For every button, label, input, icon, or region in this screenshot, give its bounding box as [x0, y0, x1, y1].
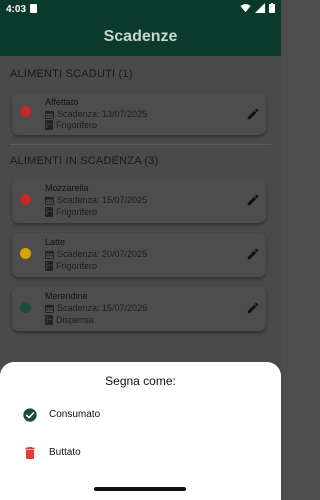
location: Dispensa [56, 315, 94, 325]
location: Frigorifero [56, 120, 98, 130]
food-name: Latte [45, 237, 66, 247]
expiring-section-title: ALIMENTI IN SCADENZA (3) [10, 155, 159, 167]
wifi-icon [240, 4, 251, 13]
food-name: Mozzarella [45, 183, 89, 193]
expiry-date: Scadenza: 13/07/2025 [57, 109, 148, 119]
battery-icon [269, 3, 275, 13]
page-title: Scadenze [103, 28, 178, 45]
fridge-icon [45, 120, 53, 130]
expiry-row: Scadenza: 20/07/2025 [45, 249, 147, 259]
option-label: Buttato [49, 447, 81, 458]
fridge-icon [45, 261, 53, 271]
sim-icon [30, 4, 37, 13]
calendar-icon [45, 250, 54, 259]
food-card-merendine[interactable]: Merendine Scadenza: 15/07/2026 Dispensa [12, 287, 266, 331]
expiry-date: Scadenza: 20/07/2025 [57, 249, 148, 259]
location: Frigorifero [56, 261, 98, 271]
status-dot [20, 194, 31, 205]
expiry-row: Scadenza: 15/07/2026 [45, 303, 147, 313]
calendar-icon [45, 304, 54, 313]
status-icons [240, 3, 275, 13]
sheet-title: Segna come: [105, 374, 176, 388]
fridge-icon [45, 207, 53, 217]
trash-icon [25, 447, 35, 459]
edit-icon[interactable] [246, 193, 260, 207]
expired-section-title: ALIMENTI SCADUTI (1) [10, 68, 133, 80]
calendar-icon [45, 196, 54, 205]
option-thrown[interactable]: Buttato [0, 438, 281, 468]
pantry-icon [45, 315, 53, 325]
app-bar: Scadenze [0, 18, 281, 56]
status-dot [20, 248, 31, 259]
edit-icon[interactable] [246, 301, 260, 315]
option-label: Consumato [49, 409, 101, 420]
location-row: Frigorifero [45, 207, 97, 217]
status-bar: 4:03 [0, 0, 281, 18]
food-name: Merendine [45, 291, 88, 301]
section-divider [10, 144, 271, 145]
edit-icon[interactable] [246, 247, 260, 261]
check-circle-icon [23, 408, 37, 422]
status-dot [20, 106, 31, 117]
option-consumed[interactable]: Consumato [0, 400, 281, 430]
location-row: Dispensa [45, 315, 94, 325]
expiry-row: Scadenza: 15/07/2025 [45, 195, 147, 205]
expiry-date: Scadenza: 15/07/2026 [57, 303, 148, 313]
food-name: Affettato [45, 97, 79, 107]
expiry-date: Scadenza: 15/07/2025 [57, 195, 148, 205]
calendar-icon [45, 110, 54, 119]
edit-icon[interactable] [246, 107, 260, 121]
signal-icon [255, 3, 265, 13]
food-card-affettato[interactable]: Affettato Scadenza: 13/07/2025 Frigorife… [12, 93, 266, 135]
gesture-nav-bar[interactable] [94, 487, 186, 491]
expiry-row: Scadenza: 13/07/2025 [45, 109, 147, 119]
status-time: 4:03 [6, 4, 27, 15]
mark-as-bottom-sheet: Segna come: Consumato Buttato [0, 362, 281, 500]
status-dot [20, 302, 31, 313]
location: Frigorifero [56, 207, 98, 217]
food-card-mozzarella[interactable]: Mozzarella Scadenza: 15/07/2025 Frigorif… [12, 179, 266, 223]
location-row: Frigorifero [45, 120, 97, 130]
location-row: Frigorifero [45, 261, 97, 271]
food-card-latte[interactable]: Latte Scadenza: 20/07/2025 Frigorifero [12, 233, 266, 277]
